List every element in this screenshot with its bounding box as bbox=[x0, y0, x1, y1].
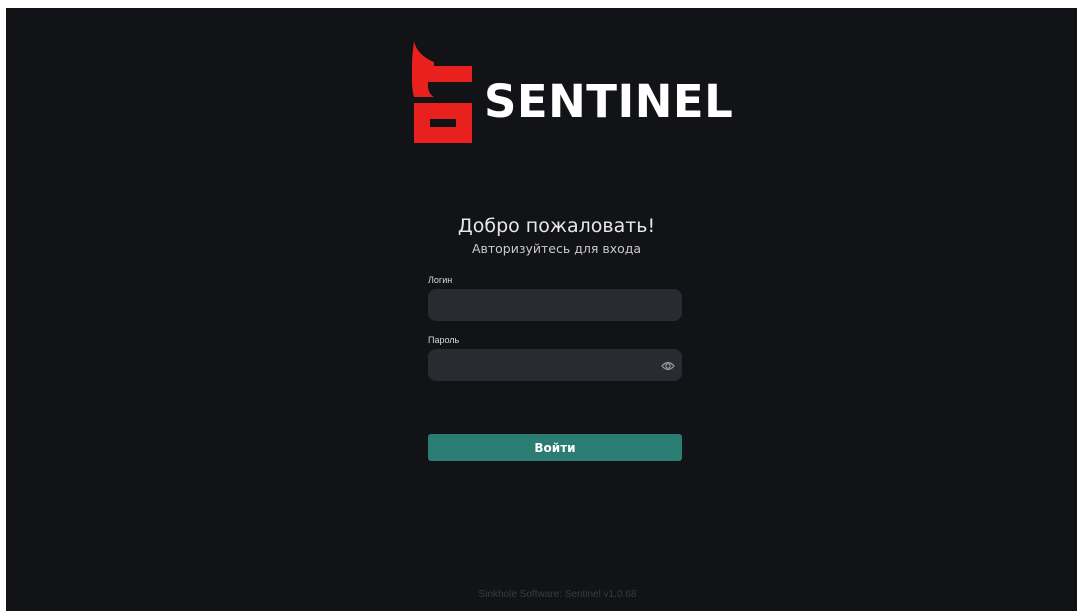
page-title: Добро пожаловать! bbox=[457, 215, 656, 237]
username-field[interactable] bbox=[428, 289, 682, 321]
brand-name: SENTINEL bbox=[484, 75, 734, 128]
username-label: Логин bbox=[428, 275, 453, 285]
login-button[interactable]: Войти bbox=[428, 434, 682, 461]
sentinel-logo: SENTINEL bbox=[412, 41, 733, 145]
login-screen: SENTINEL Добро пожаловать! Авторизуйтесь… bbox=[6, 8, 1077, 611]
page-subtitle: Авторизуйтесь для входа bbox=[471, 241, 642, 256]
password-label: Пароль bbox=[428, 335, 460, 345]
version-footer: Sinkhole Software: Sentinel v1.0.68 bbox=[478, 589, 637, 600]
sentinel-s-logo-icon bbox=[412, 41, 472, 143]
eye-icon[interactable] bbox=[661, 360, 675, 372]
password-field[interactable] bbox=[428, 349, 682, 381]
